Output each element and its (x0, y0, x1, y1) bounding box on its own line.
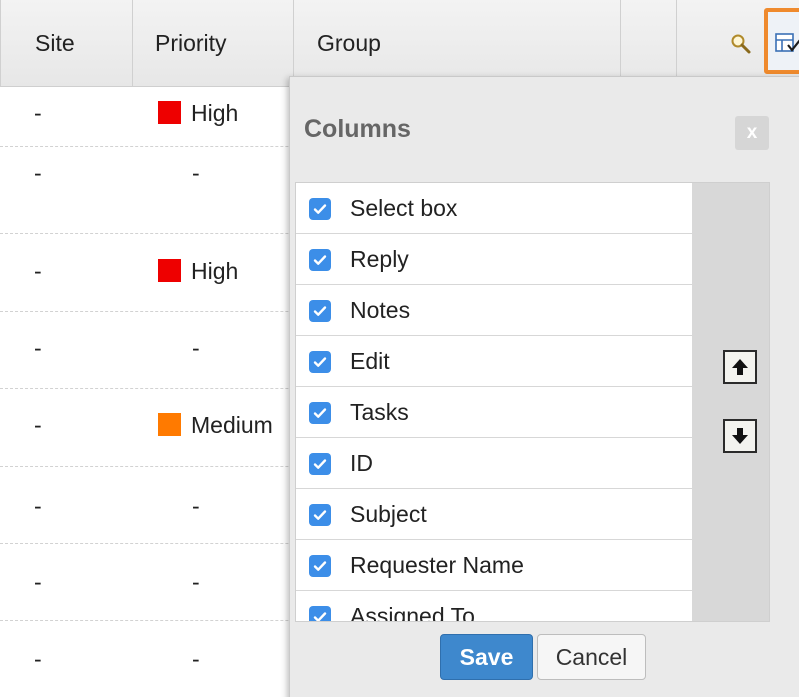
column-option-label: Requester Name (350, 552, 524, 578)
checkbox[interactable] (309, 351, 331, 373)
site-cell: - (34, 493, 42, 519)
column-option-label: Select box (350, 195, 458, 221)
column-option-label: Assigned To (350, 603, 475, 622)
column-option-label: Edit (350, 348, 390, 374)
column-option-tasks[interactable]: Tasks (296, 387, 692, 438)
column-option-label: Tasks (350, 399, 409, 425)
checkbox[interactable] (309, 198, 331, 220)
arrow-up-icon (732, 359, 748, 375)
cancel-button[interactable]: Cancel (537, 634, 646, 680)
priority-cell: High (158, 87, 238, 139)
column-option-id[interactable]: ID (296, 438, 692, 489)
priority-high-indicator (158, 101, 181, 124)
priority-cell: Medium (158, 399, 273, 451)
search-icon[interactable] (730, 33, 752, 55)
column-option-requester-name[interactable]: Requester Name (296, 540, 692, 591)
column-option-assigned-to[interactable]: Assigned To (296, 591, 692, 622)
priority-cell: - (192, 335, 200, 361)
columns-list[interactable]: Select box Reply Notes Edit Tasks ID Sub… (296, 183, 692, 622)
priority-label: High (191, 258, 239, 284)
close-icon: x (746, 122, 758, 143)
arrow-down-icon (732, 428, 748, 444)
column-option-select-box[interactable]: Select box (296, 183, 692, 234)
site-cell: - (34, 412, 42, 438)
site-cell: - (34, 258, 42, 284)
save-button[interactable]: Save (440, 634, 533, 680)
columns-dialog: Columns x Select box Reply Notes Edit Ta… (289, 76, 799, 697)
site-cell: - (34, 569, 42, 595)
column-chooser-icon (775, 33, 799, 52)
move-down-button[interactable] (723, 419, 757, 453)
column-chooser-button[interactable] (764, 8, 799, 74)
column-option-label: Notes (350, 297, 411, 323)
checkbox[interactable] (309, 402, 331, 424)
priority-label: High (191, 100, 239, 126)
column-option-edit[interactable]: Edit (296, 336, 692, 387)
priority-medium-indicator (158, 413, 181, 436)
column-option-label: Reply (350, 246, 409, 272)
site-cell: - (34, 160, 42, 186)
checkbox[interactable] (309, 249, 331, 271)
column-header-group[interactable]: Group (294, 0, 621, 86)
column-option-label: Subject (350, 501, 427, 527)
checkbox[interactable] (309, 453, 331, 475)
checkbox[interactable] (309, 555, 331, 577)
column-option-notes[interactable]: Notes (296, 285, 692, 336)
priority-cell: High (158, 245, 238, 297)
move-up-button[interactable] (723, 350, 757, 384)
column-option-label: ID (350, 450, 373, 476)
checkbox[interactable] (309, 300, 331, 322)
site-cell: - (34, 646, 42, 672)
ticket-list-view: Site Priority Group - High - - - High - … (0, 0, 799, 697)
column-option-reply[interactable]: Reply (296, 234, 692, 285)
site-cell: - (34, 335, 42, 361)
table-header: Site Priority Group (0, 0, 799, 87)
checkbox[interactable] (309, 504, 331, 526)
column-option-subject[interactable]: Subject (296, 489, 692, 540)
priority-cell: - (192, 160, 200, 186)
priority-cell: - (192, 493, 200, 519)
priority-high-indicator (158, 259, 181, 282)
column-header-priority[interactable]: Priority (133, 0, 294, 86)
close-button[interactable]: x (735, 116, 769, 150)
priority-label: Medium (191, 412, 273, 438)
priority-cell: - (192, 646, 200, 672)
column-header-blank (621, 0, 677, 86)
checkbox[interactable] (309, 606, 331, 621)
priority-cell: - (192, 569, 200, 595)
dialog-title: Columns (304, 115, 411, 143)
site-cell: - (34, 100, 42, 126)
columns-list-panel: Select box Reply Notes Edit Tasks ID Sub… (295, 182, 770, 622)
column-header-site[interactable]: Site (0, 0, 133, 86)
